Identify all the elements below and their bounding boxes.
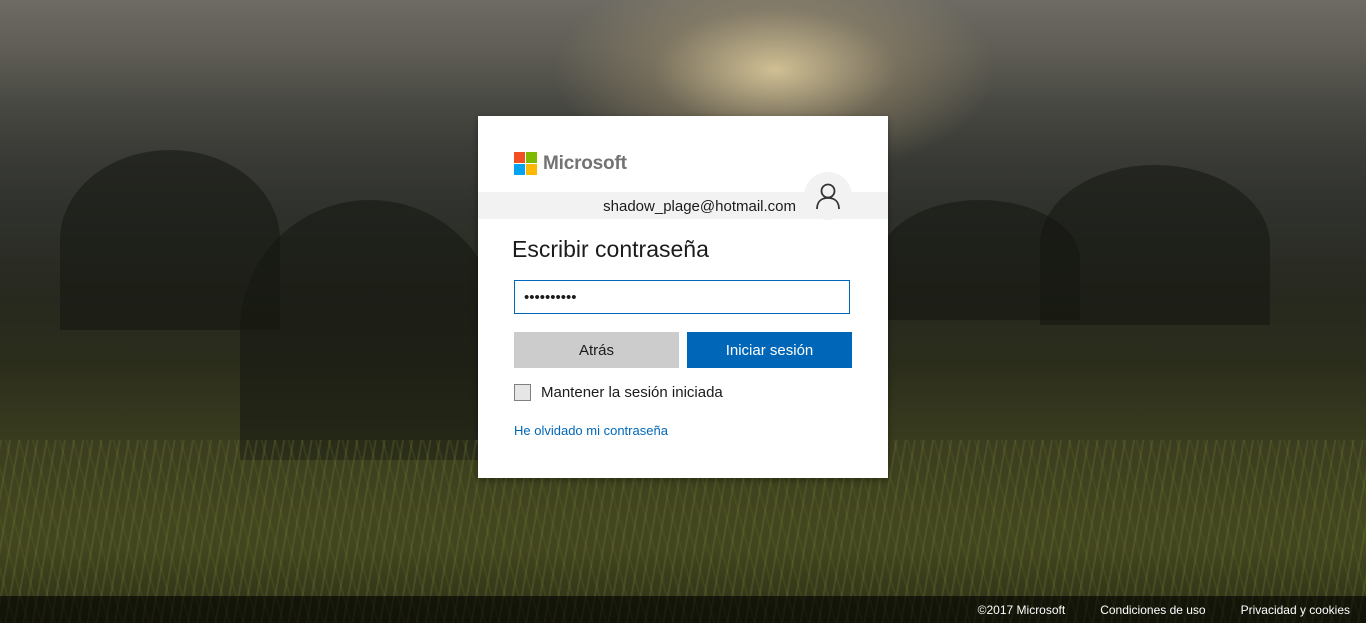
footer: ©2017 Microsoft Condiciones de uso Priva… — [0, 596, 1366, 623]
back-button[interactable]: Atrás — [514, 332, 679, 368]
microsoft-logo: Microsoft — [514, 152, 627, 175]
privacy-link[interactable]: Privacidad y cookies — [1241, 603, 1350, 617]
terms-link[interactable]: Condiciones de uso — [1100, 603, 1205, 617]
microsoft-logo-icon — [514, 152, 537, 175]
password-input[interactable] — [514, 280, 850, 314]
user-icon — [804, 172, 852, 220]
page-title: Escribir contraseña — [512, 236, 709, 262]
background-mountain — [880, 200, 1080, 320]
forgot-password-link[interactable]: He olvidado mi contraseña — [514, 423, 668, 438]
signin-button[interactable]: Iniciar sesión — [687, 332, 852, 368]
background-mountain — [240, 200, 500, 460]
copyright-text: ©2017 Microsoft — [977, 602, 1066, 617]
microsoft-logo-text: Microsoft — [543, 152, 627, 174]
keep-signed-in[interactable]: Mantener la sesión iniciada — [514, 384, 723, 401]
keep-signed-in-checkbox[interactable] — [514, 384, 531, 401]
identity-email: shadow_plage@hotmail.com — [603, 198, 796, 215]
signin-card: Microsoft shadow_plage@hotmail.com Escri… — [478, 116, 888, 478]
keep-signed-in-label[interactable]: Mantener la sesión iniciada — [541, 384, 723, 401]
